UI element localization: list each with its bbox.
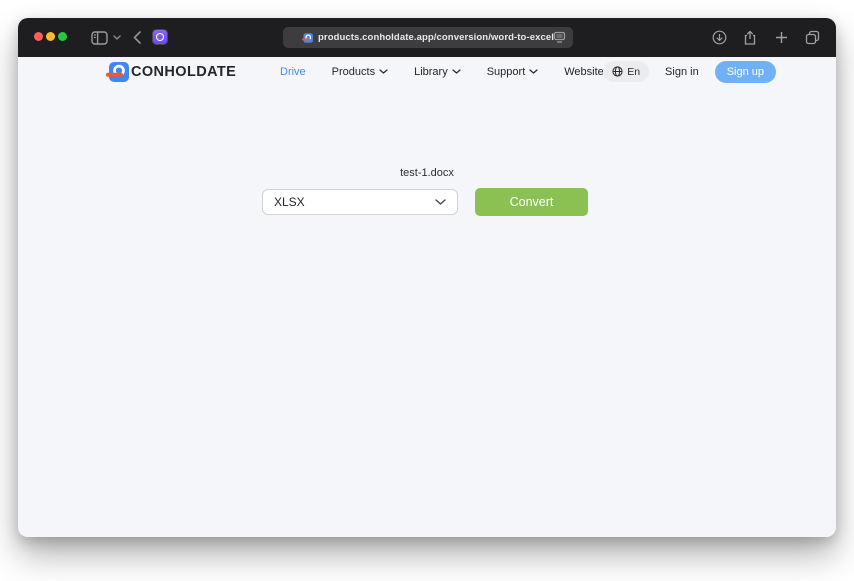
- address-bar[interactable]: products.conholdate.app/conversion/word-…: [283, 27, 573, 48]
- nav-item-support[interactable]: Support: [487, 66, 539, 78]
- nav-item-library[interactable]: Library: [414, 66, 461, 78]
- convert-button[interactable]: Convert: [475, 188, 588, 216]
- share-button[interactable]: [739, 18, 761, 57]
- language-button[interactable]: En: [603, 61, 649, 82]
- tab-overview-icon: [805, 30, 820, 45]
- sign-in-button[interactable]: Sign in: [665, 66, 699, 78]
- zoom-window-button[interactable]: [58, 32, 67, 41]
- uploaded-filename: test-1.docx: [18, 167, 836, 179]
- chevron-down-icon: [435, 199, 446, 205]
- page-content: CONHOLDATE Drive Products Library Suppor…: [18, 57, 836, 537]
- nav-label: Products: [332, 66, 375, 78]
- titlebar-right-buttons: [708, 18, 823, 57]
- browser-titlebar: products.conholdate.app/conversion/word-…: [18, 18, 836, 57]
- new-tab-icon: [775, 31, 788, 44]
- nav-label: Drive: [280, 66, 306, 78]
- format-select[interactable]: XLSX: [262, 189, 458, 215]
- tab-overview-button[interactable]: [801, 18, 823, 57]
- nav-item-products[interactable]: Products: [332, 66, 388, 78]
- share-icon: [743, 30, 757, 46]
- conholdate-logo-icon: [106, 62, 129, 82]
- logo-text: CONHOLDATE: [131, 64, 236, 80]
- nav-label: Library: [414, 66, 448, 78]
- sidebar-toggle-button[interactable]: [88, 18, 110, 57]
- url-text: products.conholdate.app/conversion/word-…: [318, 32, 554, 43]
- close-window-button[interactable]: [34, 32, 43, 41]
- header-actions: En Sign in Sign up: [603, 57, 776, 86]
- site-favicon: [302, 33, 313, 43]
- chevron-down-icon: [113, 35, 121, 40]
- downloads-button[interactable]: [708, 18, 730, 57]
- format-select-value: XLSX: [274, 195, 305, 209]
- chevron-down-icon: [379, 69, 388, 74]
- chevron-down-icon: [452, 69, 461, 74]
- minimize-window-button[interactable]: [46, 32, 55, 41]
- sidebar-chevron-button[interactable]: [110, 18, 124, 57]
- nav-label: Support: [487, 66, 526, 78]
- reader-icon: [553, 31, 566, 44]
- chevron-down-icon: [529, 69, 538, 74]
- extension-glyph: [156, 33, 164, 41]
- convert-controls: XLSX Convert: [262, 188, 588, 216]
- sign-up-button[interactable]: Sign up: [715, 61, 776, 83]
- conholdate-logo[interactable]: CONHOLDATE: [106, 60, 236, 83]
- language-label: En: [627, 66, 640, 78]
- browser-window: products.conholdate.app/conversion/word-…: [18, 18, 836, 537]
- extension-app-icon[interactable]: [152, 29, 168, 45]
- back-button[interactable]: [128, 18, 146, 57]
- main-nav: Drive Products Library Support Websites: [280, 57, 622, 86]
- new-tab-button[interactable]: [770, 18, 792, 57]
- globe-icon: [612, 66, 623, 77]
- download-icon: [712, 30, 727, 45]
- sidebar-icon: [91, 31, 108, 45]
- back-icon: [133, 31, 141, 44]
- nav-item-drive[interactable]: Drive: [280, 66, 306, 78]
- reader-button[interactable]: [553, 31, 566, 44]
